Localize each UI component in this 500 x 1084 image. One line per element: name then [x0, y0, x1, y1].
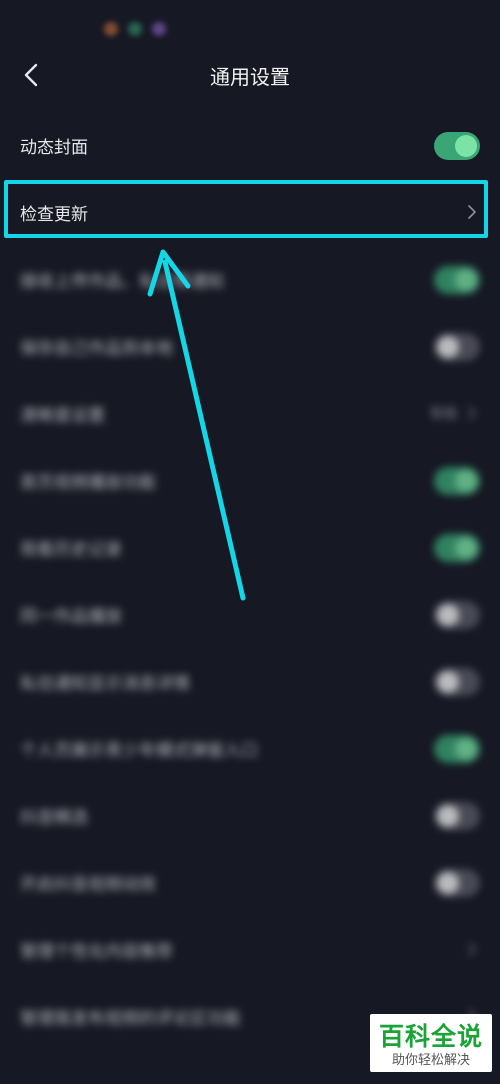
toggle-knob	[455, 470, 477, 492]
toggle-knob	[455, 269, 477, 291]
setting-toggle[interactable]	[434, 869, 480, 897]
setting-toggle[interactable]	[434, 467, 480, 495]
setting-row: 观看历史记录	[0, 515, 500, 581]
chevron-right-icon	[468, 406, 476, 420]
watermark-logo: 百科全说 助你轻松解决	[370, 1014, 492, 1072]
toggle-knob	[455, 738, 477, 760]
setting-toggle[interactable]	[434, 601, 480, 629]
notification-icon	[128, 22, 142, 36]
setting-label: 管理我发布视频的评论区功能	[20, 1009, 241, 1029]
highlight-box	[4, 180, 488, 238]
dynamic-cover-toggle[interactable]	[434, 132, 480, 160]
setting-row: 开启抖音视频动效	[0, 850, 500, 916]
watermark-subtitle: 助你轻松解决	[391, 1053, 470, 1068]
setting-row-dynamic-cover: 动态封面	[0, 113, 500, 179]
setting-toggle[interactable]	[434, 735, 480, 763]
toggle-knob	[455, 135, 477, 157]
toggle-knob	[437, 805, 459, 827]
setting-label: 动态封面	[20, 138, 88, 158]
toggle-knob	[437, 872, 459, 894]
setting-row: 私信通知显示消息详情	[0, 649, 500, 715]
setting-label: 同一作品播放	[20, 607, 122, 627]
setting-label: 首页视频播放功能	[20, 473, 156, 493]
notification-icon	[152, 22, 166, 36]
setting-row: 抖音精选	[0, 783, 500, 849]
page-title: 通用设置	[210, 65, 290, 89]
toggle-knob	[455, 537, 477, 559]
setting-row: 接收上传作品、私信等通知	[0, 247, 500, 313]
setting-row[interactable]: 管理个性化内容推荐	[0, 917, 500, 983]
chevron-right-icon	[468, 942, 476, 956]
setting-toggle[interactable]	[434, 534, 480, 562]
setting-toggle[interactable]	[434, 266, 480, 294]
setting-row: 首页视频播放功能	[0, 448, 500, 514]
setting-label: 保存自己作品到本地	[20, 339, 173, 359]
setting-label: 观看历史记录	[20, 540, 122, 560]
setting-value: 智能	[430, 406, 458, 422]
watermark-title: 百科全说	[378, 1022, 483, 1051]
notification-icon	[104, 22, 118, 36]
toggle-knob	[437, 336, 459, 358]
status-indicators	[462, 22, 466, 37]
setting-row: 保存自己作品到本地	[0, 314, 500, 380]
setting-label: 抖音精选	[20, 808, 88, 828]
setting-label: 开启抖音视频动效	[20, 875, 156, 895]
setting-label: 清晰度设置	[20, 406, 105, 426]
setting-toggle[interactable]	[434, 668, 480, 696]
setting-label: 接收上传作品、私信等通知	[20, 272, 224, 292]
status-time	[66, 22, 70, 37]
setting-toggle[interactable]	[434, 333, 480, 361]
toggle-knob	[437, 604, 459, 626]
setting-row[interactable]: 清晰度设置 智能	[0, 381, 500, 447]
setting-row: 个人页展示青少年模式弹窗入口	[0, 716, 500, 782]
setting-row: 同一作品播放	[0, 582, 500, 648]
setting-toggle[interactable]	[434, 802, 480, 830]
setting-label: 个人页展示青少年模式弹窗入口	[20, 741, 258, 761]
navigation-bar: 通用设置	[0, 45, 500, 105]
toggle-knob	[437, 671, 459, 693]
setting-label: 管理个性化内容推荐	[20, 942, 173, 962]
setting-label: 私信通知显示消息详情	[20, 674, 190, 694]
